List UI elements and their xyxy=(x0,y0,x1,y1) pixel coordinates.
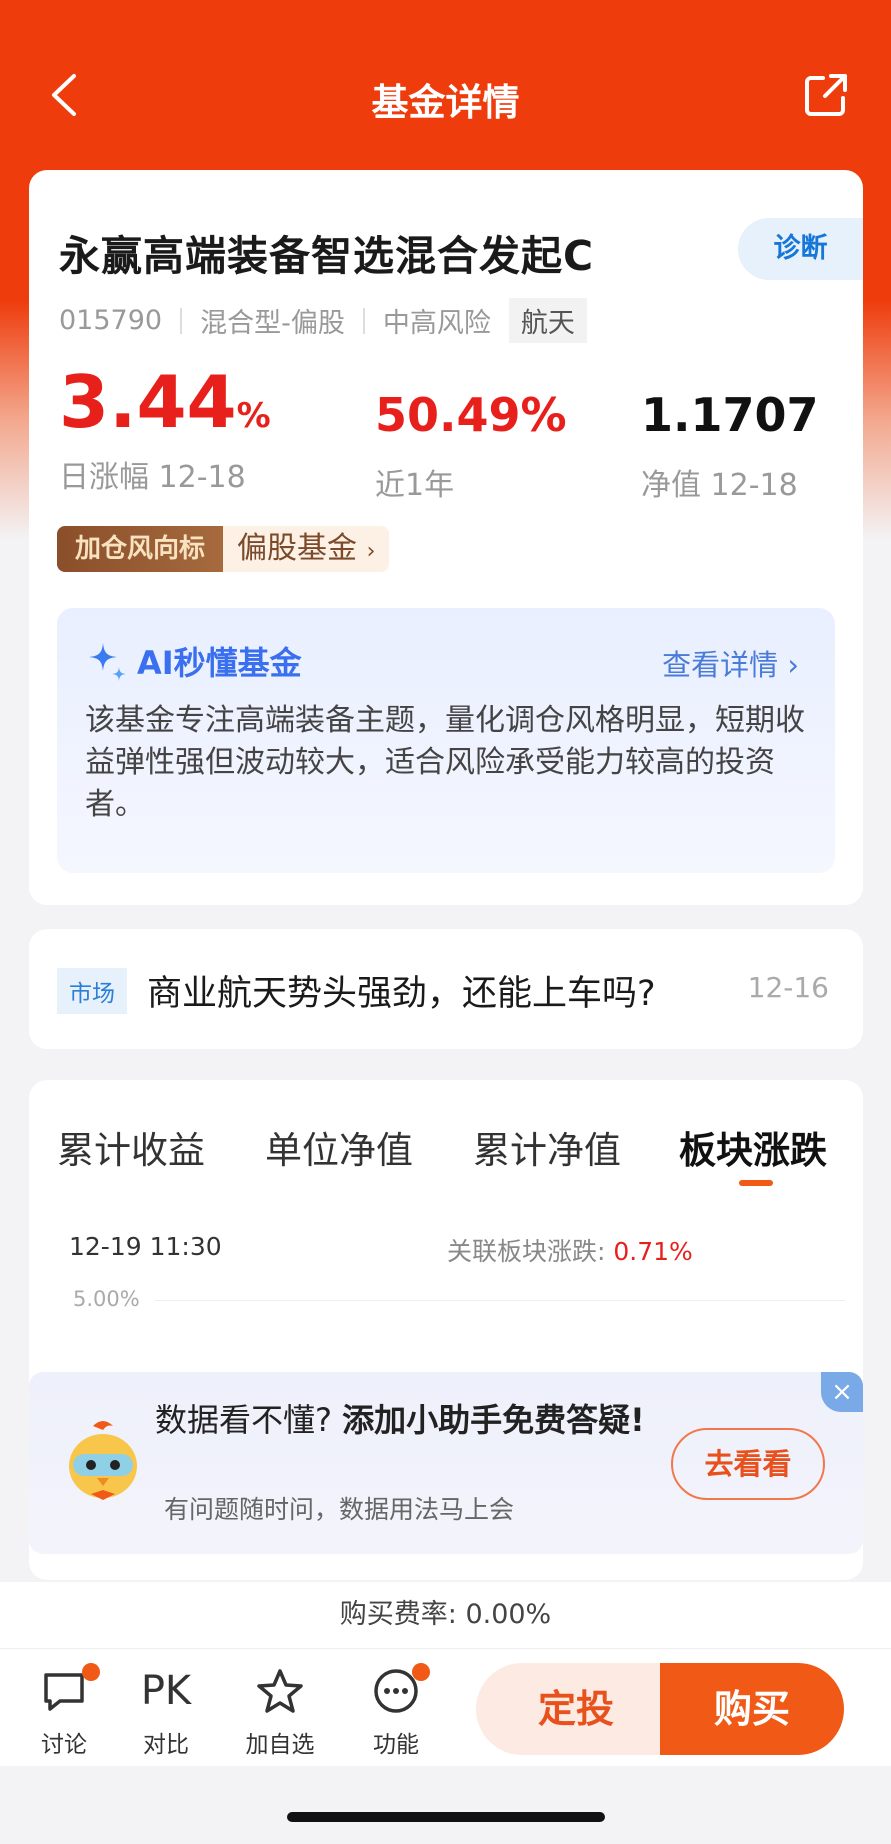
fund-code: 015790 xyxy=(59,305,163,336)
nav-value: 1.1707 xyxy=(641,388,819,442)
ai-title-text: AI秒懂基金 xyxy=(137,644,302,682)
daily-change-label: 日涨幅 12-18 xyxy=(59,460,246,495)
daily-change-stat: 3.44% 日涨幅 12-18 xyxy=(59,366,271,496)
page-title: 基金详情 xyxy=(371,81,520,124)
pk-icon: PK xyxy=(140,1668,192,1714)
mascot-icon xyxy=(69,1421,137,1500)
helper-title: 数据看不懂? 添加小助手免费答疑! xyxy=(155,1401,645,1439)
daily-change-value: 3.44 xyxy=(59,360,237,444)
function-button[interactable]: 功能 xyxy=(356,1663,436,1759)
ai-description: 该基金专注高端装备主题，量化调仓风格明显，短期收益弹性强但波动较大，适合风险承受… xyxy=(85,703,805,822)
share-button[interactable] xyxy=(801,70,851,120)
chat-icon xyxy=(44,1673,84,1711)
year-change-label: 近1年 xyxy=(375,468,455,503)
star-icon xyxy=(257,1669,303,1713)
watch-label: 加自选 xyxy=(245,1732,315,1758)
function-label: 功能 xyxy=(373,1732,419,1758)
wind-badge: 加仓风向标 xyxy=(57,526,224,572)
fund-type: 混合型-偏股 xyxy=(200,308,345,339)
share-icon xyxy=(805,74,847,116)
chevron-right-icon: › xyxy=(366,539,376,564)
wind-indicator[interactable]: 加仓风向标 偏股基金 › xyxy=(57,526,390,572)
sparkle-icon xyxy=(89,643,126,681)
discuss-button[interactable]: 讨论 xyxy=(24,1663,104,1759)
compare-label: 对比 xyxy=(143,1732,189,1758)
divider xyxy=(362,307,365,334)
add-watchlist-button[interactable]: 加自选 xyxy=(240,1663,320,1759)
close-icon[interactable]: × xyxy=(821,1372,863,1412)
discuss-label: 讨论 xyxy=(41,1732,87,1758)
news-title: 商业航天势头强劲，还能上车吗? xyxy=(147,974,656,1014)
nav-label: 净值 12-18 xyxy=(641,468,798,503)
y-axis-label: 5.00% xyxy=(73,1287,140,1311)
notification-dot xyxy=(412,1663,430,1681)
helper-subtitle: 有问题随时问，数据用法马上会 xyxy=(164,1495,515,1524)
compare-button[interactable]: PK 对比 xyxy=(126,1663,206,1759)
notification-dot xyxy=(82,1663,100,1681)
fund-name: 永赢高端装备智选混合发起C xyxy=(59,232,595,280)
wind-text: 偏股基金 › xyxy=(223,526,390,572)
go-see-button[interactable]: 去看看 xyxy=(671,1428,825,1500)
tab-sector-change[interactable]: 板块涨跌 xyxy=(679,1120,827,1174)
fund-info-card: 永赢高端装备智选混合发起C 诊断 015790 混合型-偏股 中高风险 航天 3… xyxy=(29,170,863,905)
buy-button[interactable]: 购买 xyxy=(660,1663,844,1755)
divider xyxy=(180,307,183,334)
chart-time: 12-19 11:30 xyxy=(69,1232,222,1261)
ai-summary-box: AI秒懂基金 查看详情 › 该基金专注高端装备主题，量化调仓风格明显，短期收益弹… xyxy=(57,608,835,873)
ai-title: AI秒懂基金 xyxy=(85,638,302,684)
purchase-fee: 购买费率: 0.00% xyxy=(0,1582,891,1648)
ai-more-link[interactable]: 查看详情 › xyxy=(662,642,799,684)
bottom-bar: 讨论 PK 对比 加自选 功能 定投 购买 xyxy=(0,1648,891,1766)
diagnose-button[interactable]: 诊断 xyxy=(738,218,863,280)
daily-change-unit: % xyxy=(236,396,271,436)
fund-meta: 015790 混合型-偏股 中高风险 航天 xyxy=(59,298,587,343)
tab-cumulative-return[interactable]: 累计收益 xyxy=(57,1120,205,1174)
active-tab-indicator xyxy=(739,1180,773,1186)
news-card[interactable]: 市场 商业航天势头强劲，还能上车吗? 12-16 xyxy=(29,929,863,1049)
helper-popup: × 数据看不懂? 添加小助手免费答疑! 有问题随时问，数据用法马上会 去看看 xyxy=(29,1372,863,1554)
tab-cumulative-nav[interactable]: 累计净值 xyxy=(473,1120,621,1174)
fund-risk: 中高风险 xyxy=(382,308,491,339)
news-date: 12-16 xyxy=(747,971,829,1004)
news-tag: 市场 xyxy=(57,968,127,1014)
tab-unit-nav[interactable]: 单位净值 xyxy=(265,1120,413,1174)
year-change-stat: 50.49% 近1年 xyxy=(375,392,567,504)
year-change-value: 50.49% xyxy=(375,388,567,442)
home-indicator-area xyxy=(0,1766,891,1844)
chart-sector-change: 关联板块涨跌: 0.71% xyxy=(447,1237,693,1266)
home-indicator[interactable] xyxy=(287,1812,605,1822)
nav-stat: 1.1707 净值 12-18 xyxy=(641,392,819,504)
sector-change-value: 0.71% xyxy=(613,1237,693,1266)
header: 基金详情 xyxy=(0,0,891,170)
auto-invest-button[interactable]: 定投 xyxy=(476,1663,676,1755)
theme-tag[interactable]: 航天 xyxy=(508,298,587,343)
grid-line xyxy=(155,1300,845,1301)
